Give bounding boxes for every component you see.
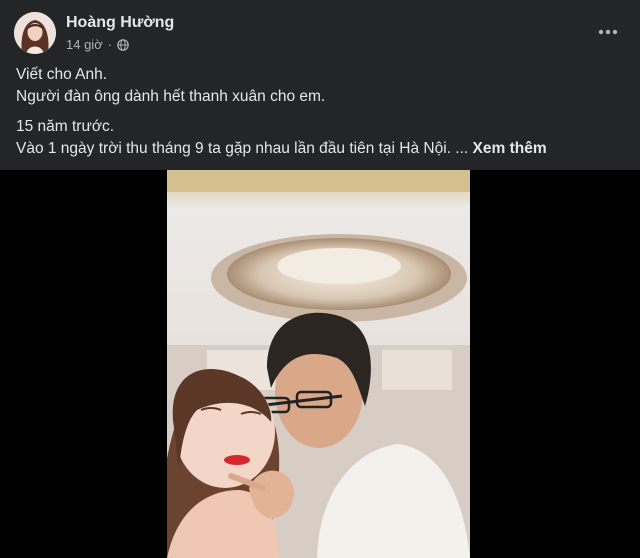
globe-icon[interactable] <box>117 38 129 51</box>
post-text-line: Vào 1 ngày trời thu tháng 9 ta gặp nhau … <box>16 140 469 157</box>
post-meta: 14 giờ · <box>66 37 129 52</box>
post-photo[interactable] <box>167 170 470 558</box>
facebook-post: Hoàng Hường 14 giờ · Viết cho Anh. Người… <box>0 0 640 558</box>
photo-image <box>167 170 470 558</box>
author-name[interactable]: Hoàng Hường <box>66 14 174 32</box>
meta-separator: · <box>107 37 113 52</box>
post-text-line: 15 năm trước. <box>16 118 115 135</box>
see-more-link[interactable]: Xem thêm <box>473 140 547 157</box>
author-avatar[interactable] <box>14 12 56 54</box>
post-header: Hoàng Hường 14 giờ · <box>0 0 640 60</box>
avatar-image <box>14 12 56 54</box>
post-media <box>0 170 640 558</box>
more-horizontal-icon <box>598 29 618 35</box>
post-text-line: Viết cho Anh. <box>16 66 108 83</box>
post-text-line: Người đàn ông dành hết thanh xuân cho em… <box>16 88 326 105</box>
post-text-line-last: Vào 1 ngày trời thu tháng 9 ta gặp nhau … <box>16 138 616 160</box>
post-timestamp[interactable]: 14 giờ <box>66 37 103 52</box>
more-options-button[interactable] <box>592 18 624 46</box>
post-text: Viết cho Anh. Người đàn ông dành hết tha… <box>16 64 616 160</box>
